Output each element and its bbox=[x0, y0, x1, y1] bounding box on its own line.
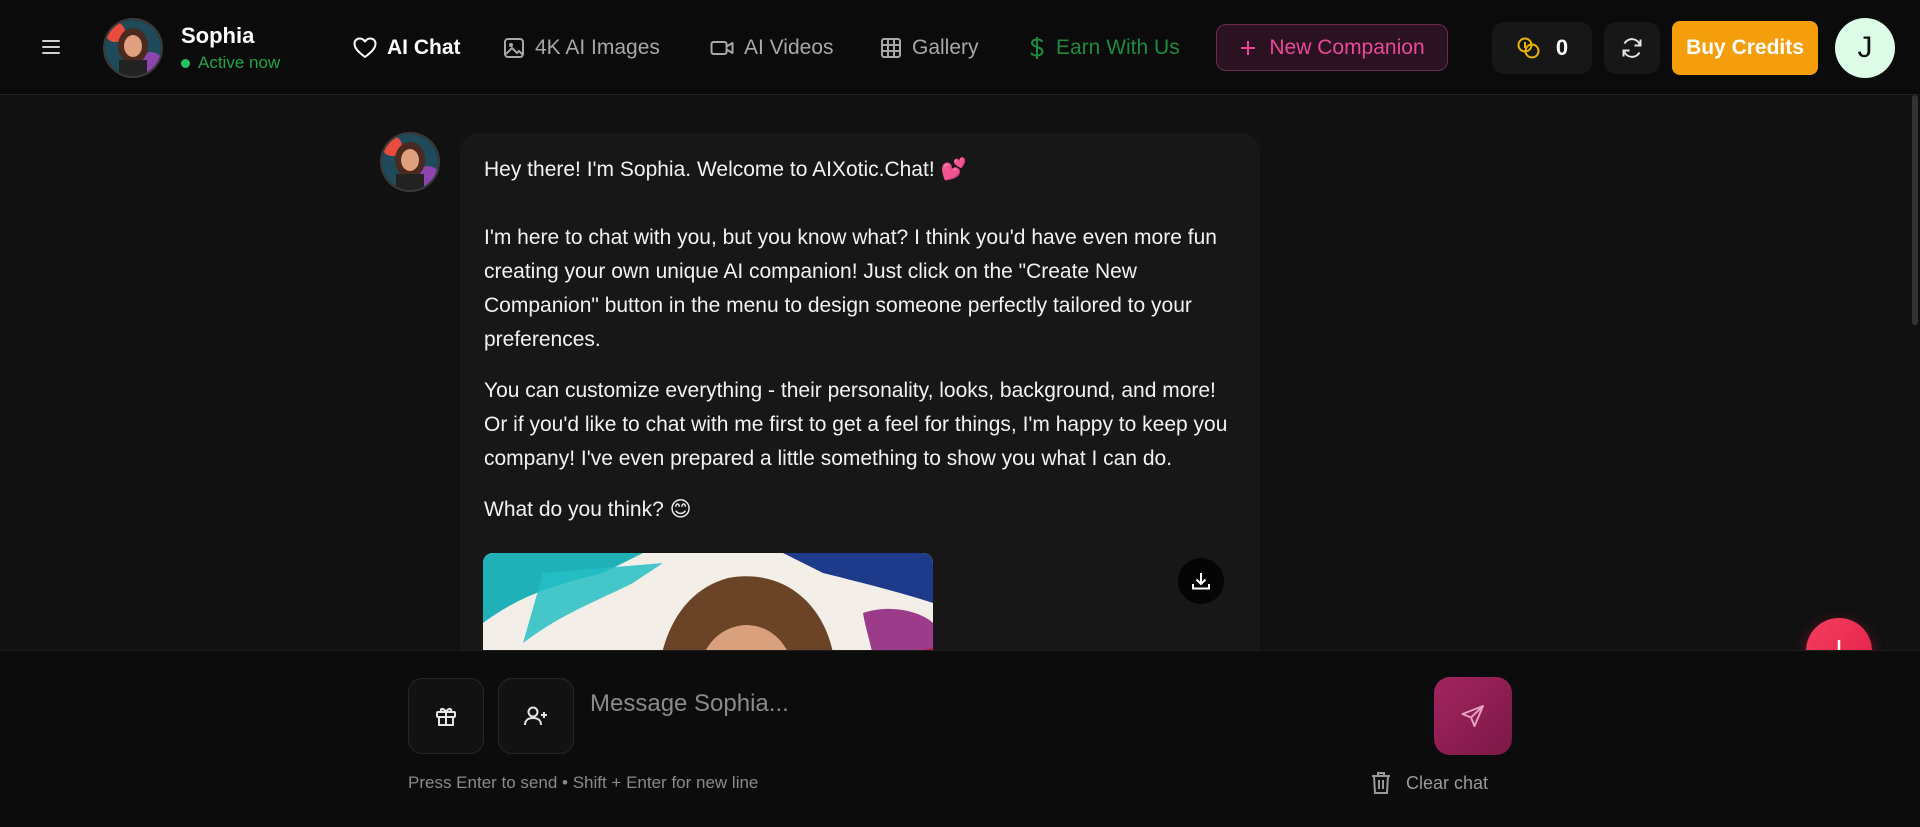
message-greeting: Hey there! I'm Sophia. Welcome to AIXoti… bbox=[484, 158, 967, 181]
chat-scrollbar[interactable] bbox=[1910, 95, 1920, 650]
video-icon bbox=[710, 41, 734, 55]
top-navbar: Sophia Active now AI Chat 4K AI Images A… bbox=[0, 0, 1920, 95]
nav-gallery[interactable]: Gallery bbox=[880, 30, 979, 66]
heart-icon bbox=[353, 37, 377, 58]
message-composer: Press Enter to send • Shift + Enter for … bbox=[0, 650, 1920, 827]
chat-messages-area: Hey there! I'm Sophia. Welcome to AIXoti… bbox=[0, 96, 1908, 650]
nav-label: AI Chat bbox=[387, 36, 461, 59]
companion-name: Sophia bbox=[181, 23, 255, 48]
message-paragraph: You can customize everything - their per… bbox=[484, 379, 1228, 470]
message-paragraph: I'm here to chat with you, but you know … bbox=[484, 226, 1217, 351]
companion-status: Active now bbox=[181, 53, 280, 73]
nav-label: Earn With Us bbox=[1056, 36, 1180, 59]
online-status-dot bbox=[181, 58, 190, 68]
hamburger-menu-button[interactable] bbox=[36, 31, 68, 63]
message-image[interactable] bbox=[483, 553, 933, 650]
send-icon bbox=[1461, 705, 1484, 727]
image-icon bbox=[504, 38, 524, 58]
menu-icon bbox=[42, 40, 60, 54]
new-companion-button[interactable]: New Companion bbox=[1216, 24, 1448, 71]
clear-chat-label: Clear chat bbox=[1406, 772, 1489, 793]
credits-balance[interactable]: 0 bbox=[1492, 22, 1592, 74]
companion-avatar[interactable] bbox=[103, 18, 163, 78]
grid-icon bbox=[881, 38, 901, 58]
trash-icon bbox=[1372, 772, 1390, 794]
nav-earn-with-us[interactable]: Earn With Us bbox=[1028, 30, 1180, 66]
gift-icon bbox=[436, 707, 456, 726]
nav-ai-videos[interactable]: AI Videos bbox=[710, 30, 834, 66]
nav-label: Gallery bbox=[912, 36, 979, 59]
clear-chat-button[interactable]: Clear chat bbox=[1370, 769, 1488, 797]
download-icon bbox=[1192, 573, 1210, 590]
add-user-button[interactable] bbox=[498, 678, 574, 754]
send-button[interactable] bbox=[1434, 677, 1512, 755]
nav-4k-ai-images[interactable]: 4K AI Images bbox=[503, 30, 660, 66]
keyboard-hint: Press Enter to send • Shift + Enter for … bbox=[408, 773, 759, 792]
nav-ai-chat[interactable]: AI Chat bbox=[353, 30, 461, 66]
gift-button[interactable] bbox=[408, 678, 484, 754]
nav-label: 4K AI Images bbox=[535, 36, 660, 59]
message-avatar bbox=[380, 132, 440, 192]
nav-label: AI Videos bbox=[744, 36, 834, 59]
plus-icon bbox=[1241, 40, 1256, 55]
message-input[interactable] bbox=[590, 674, 1420, 734]
new-companion-label: New Companion bbox=[1269, 35, 1425, 59]
download-image-button[interactable] bbox=[1178, 558, 1224, 604]
user-avatar[interactable]: J bbox=[1835, 18, 1895, 78]
dollar-icon bbox=[1030, 37, 1044, 59]
credits-count: 0 bbox=[1555, 35, 1569, 60]
status-text: Active now bbox=[198, 53, 281, 72]
refresh-icon bbox=[1622, 38, 1642, 58]
refresh-button[interactable] bbox=[1604, 22, 1660, 74]
message-paragraph: What do you think? 😊 bbox=[484, 498, 692, 521]
user-plus-icon bbox=[524, 706, 547, 726]
message-bubble: Hey there! I'm Sophia. Welcome to AIXoti… bbox=[460, 133, 1260, 650]
buy-credits-button[interactable]: Buy Credits bbox=[1672, 21, 1818, 75]
coins-icon bbox=[1517, 37, 1540, 59]
scrollbar-thumb[interactable] bbox=[1912, 95, 1918, 325]
